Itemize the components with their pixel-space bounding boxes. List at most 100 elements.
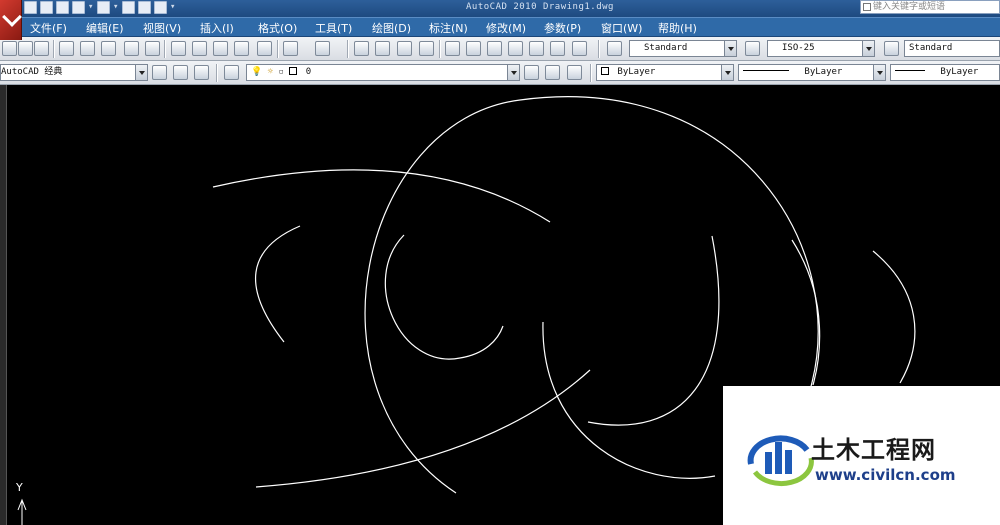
undo-icon[interactable] xyxy=(72,1,85,14)
ucs-icon xyxy=(17,498,27,525)
design-center-icon[interactable] xyxy=(466,41,481,56)
save-workspace-icon[interactable] xyxy=(173,65,188,80)
chevron-down-icon[interactable] xyxy=(135,65,147,80)
menu-window[interactable]: 窗口(W) xyxy=(601,20,642,36)
open-icon[interactable] xyxy=(40,1,53,14)
cut-icon[interactable] xyxy=(171,41,186,56)
3d-dwf-icon[interactable] xyxy=(124,41,139,56)
paste-block-icon[interactable] xyxy=(234,41,249,56)
table-style-icon[interactable] xyxy=(884,41,899,56)
pan-icon[interactable] xyxy=(354,41,369,56)
zoom-previous-icon[interactable] xyxy=(419,41,434,56)
menu-insert[interactable]: 插入(I) xyxy=(200,20,234,36)
toolbar-separator xyxy=(598,40,600,58)
redo-icon[interactable] xyxy=(97,1,110,14)
save-icon[interactable] xyxy=(34,41,49,56)
layers-properties-toolbar: AutoCAD 经典 💡 ☼ ▫ 0 ByLayer ByLayer ByLay… xyxy=(0,61,1000,85)
dropdown-arrow-icon[interactable]: ▾ xyxy=(113,1,119,14)
watermark: 土木工程网 www.civilcn.com xyxy=(723,386,1000,525)
application-menu-button[interactable] xyxy=(0,0,22,40)
toolbar-separator xyxy=(347,40,349,58)
chevron-down-icon[interactable] xyxy=(721,65,733,80)
table-style-value: Standard xyxy=(909,43,953,53)
linetype-control-select[interactable]: ByLayer xyxy=(738,64,886,81)
layer-color-swatch xyxy=(289,67,298,75)
quickcalc-icon[interactable] xyxy=(550,41,565,56)
workspace-settings-icon[interactable] xyxy=(152,65,167,80)
table-style-select[interactable]: Standard xyxy=(904,40,1000,57)
workspace-value: AutoCAD 经典 xyxy=(1,67,63,77)
menu-help[interactable]: 帮助(H) xyxy=(658,20,697,36)
toolbar-separator xyxy=(216,64,218,82)
chevron-down-icon[interactable] xyxy=(507,65,519,80)
window-title: AutoCAD 2010 Drawing1.dwg xyxy=(466,2,614,12)
copy-icon[interactable] xyxy=(192,41,207,56)
layer-previous-icon[interactable] xyxy=(545,65,560,80)
menu-modify[interactable]: 修改(M) xyxy=(486,20,526,36)
publish-icon[interactable] xyxy=(138,1,151,14)
menu-draw[interactable]: 绘图(D) xyxy=(372,20,411,36)
toolbar-separator xyxy=(53,40,55,58)
text-style-value: Standard xyxy=(644,43,688,53)
dimension-style-select[interactable]: ISO-25 xyxy=(767,40,875,57)
menu-dimension[interactable]: 标注(N) xyxy=(429,20,468,36)
menu-parametric[interactable]: 参数(P) xyxy=(544,20,581,36)
dimension-style-icon[interactable] xyxy=(745,41,760,56)
properties-icon[interactable] xyxy=(445,41,460,56)
menu-file[interactable]: 文件(F) xyxy=(30,20,67,36)
toolbar-separator xyxy=(439,40,441,58)
menu-format[interactable]: 格式(O) xyxy=(258,20,297,36)
toolbar-separator xyxy=(590,64,592,82)
chevron-down-icon[interactable] xyxy=(862,41,874,56)
menu-tools[interactable]: 工具(T) xyxy=(315,20,352,36)
menu-bar: 文件(F) 编辑(E) 视图(V) 插入(I) 格式(O) 工具(T) 绘图(D… xyxy=(0,17,1000,37)
etransmit-icon[interactable] xyxy=(145,41,160,56)
open-icon[interactable] xyxy=(18,41,33,56)
plot-icon[interactable] xyxy=(59,41,74,56)
lineweight-control-select[interactable]: ByLayer xyxy=(890,64,1000,81)
arc-entity xyxy=(212,169,551,223)
new-icon[interactable] xyxy=(24,1,37,14)
lineweight-value: ByLayer xyxy=(940,67,979,77)
layer-states-icon[interactable] xyxy=(567,65,582,80)
help-search-input[interactable]: 键入关键字或短语 xyxy=(860,0,1000,14)
plot-preview-icon[interactable] xyxy=(154,1,167,14)
menu-edit[interactable]: 编辑(E) xyxy=(86,20,124,36)
layer-properties-icon[interactable] xyxy=(224,65,239,80)
customize-icon[interactable] xyxy=(194,65,209,80)
layer-select[interactable]: 💡 ☼ ▫ 0 xyxy=(246,64,520,81)
menu-view[interactable]: 视图(V) xyxy=(143,20,181,36)
layer-on-icon[interactable]: 💡 xyxy=(251,67,262,77)
workspace-select[interactable]: AutoCAD 经典 xyxy=(0,64,148,81)
watermark-url: www.civilcn.com xyxy=(815,466,956,484)
plot-preview-icon[interactable] xyxy=(80,41,95,56)
text-style-icon[interactable] xyxy=(607,41,622,56)
make-current-layer-icon[interactable] xyxy=(524,65,539,80)
qnew-icon[interactable] xyxy=(2,41,17,56)
layer-freeze-icon[interactable]: ☼ xyxy=(268,67,273,77)
plot-icon[interactable] xyxy=(122,1,135,14)
paste-icon[interactable] xyxy=(213,41,228,56)
help-icon[interactable] xyxy=(572,41,587,56)
layer-lock-icon[interactable]: ▫ xyxy=(278,67,283,77)
sheet-set-icon[interactable] xyxy=(508,41,523,56)
chevron-down-icon[interactable] xyxy=(724,41,736,56)
save-icon[interactable] xyxy=(56,1,69,14)
arc-entity xyxy=(542,321,716,479)
arc-entity xyxy=(384,234,504,360)
dropdown-arrow-icon[interactable]: ▾ xyxy=(88,1,94,14)
text-style-select[interactable]: Standard xyxy=(629,40,737,57)
chevron-down-icon[interactable] xyxy=(873,65,885,80)
customize-qat-icon[interactable]: ▾ xyxy=(170,1,176,14)
color-control-select[interactable]: ByLayer xyxy=(596,64,734,81)
arc-entity xyxy=(254,225,301,343)
publish-icon[interactable] xyxy=(101,41,116,56)
match-properties-icon[interactable] xyxy=(257,41,272,56)
zoom-realtime-icon[interactable] xyxy=(375,41,390,56)
undo-icon[interactable] xyxy=(283,41,298,56)
zoom-window-icon[interactable] xyxy=(397,41,412,56)
standard-toolbar: Standard ISO-25 Standard xyxy=(0,37,1000,61)
tool-palettes-icon[interactable] xyxy=(487,41,502,56)
markup-icon[interactable] xyxy=(529,41,544,56)
redo-icon[interactable] xyxy=(315,41,330,56)
